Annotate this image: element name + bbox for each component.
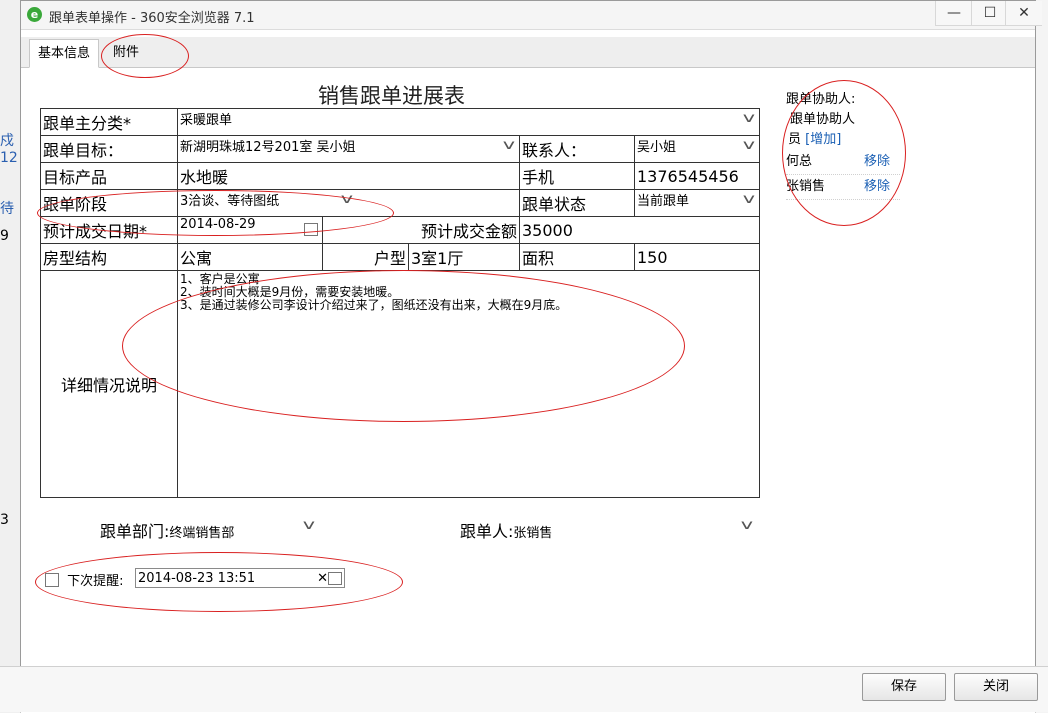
- assistants-heading: 跟单协助人:: [786, 92, 856, 107]
- background-text: 3: [0, 512, 9, 528]
- assistants-sub-label-end: 员: [788, 132, 802, 147]
- close-button[interactable]: 关闭: [954, 673, 1038, 701]
- target-value: 新湖明珠城12号201室 吴小姐: [180, 140, 356, 155]
- dept-value: 终端销售部: [169, 526, 235, 541]
- reminder-checkbox[interactable]: [45, 572, 59, 587]
- calendar-icon[interactable]: [304, 223, 318, 236]
- close-date-field[interactable]: 2014-08-29: [177, 216, 323, 244]
- chevron-down-icon: v: [502, 138, 516, 153]
- main-category-value: 采暖跟单: [180, 113, 233, 128]
- detail-label: 详细情况说明: [40, 270, 178, 498]
- window-title: 跟单表单操作 - 360安全浏览器 7.1: [49, 11, 255, 26]
- product-label: 目标产品: [40, 162, 178, 190]
- maximize-button[interactable]: ☐: [971, 1, 1008, 26]
- structure-label: 房型结构: [40, 243, 178, 271]
- detail-line: 3、是通过装修公司李设计介绍过来了，图纸还没有出来，大概在9月底。: [180, 298, 568, 312]
- product-field[interactable]: 水地暖: [177, 162, 520, 190]
- layout-label: 户型: [322, 243, 409, 271]
- target-select[interactable]: 新湖明珠城12号201室 吴小姐 v: [177, 135, 520, 163]
- layout-field[interactable]: 3室1厅: [408, 243, 520, 271]
- assistants-add-row: 员 [增加]: [786, 130, 900, 150]
- area-label: 面积: [519, 243, 635, 271]
- main-category-label: 跟单主分类*: [40, 108, 178, 136]
- remove-assistant-link[interactable]: 移除: [864, 175, 890, 199]
- form-title: 销售跟单进展表: [318, 84, 465, 108]
- reminder-row: 下次提醒:: [45, 570, 124, 589]
- close-date-value: 2014-08-29: [180, 217, 256, 233]
- stage-value: 3洽谈、等待图纸: [180, 194, 280, 209]
- calendar-icon[interactable]: [328, 572, 342, 585]
- chevron-down-icon: v: [743, 138, 756, 153]
- background-page-right: [1035, 0, 1048, 713]
- target-label: 跟单目标：: [40, 135, 178, 163]
- remove-assistant-link[interactable]: 移除: [864, 150, 890, 174]
- contact-value: 吴小姐: [637, 140, 677, 155]
- title-bar[interactable]: e 跟单表单操作 - 360安全浏览器 7.1 — ☐ ✕: [21, 1, 1042, 30]
- phone-label: 手机: [519, 162, 635, 190]
- contact-select[interactable]: 吴小姐 v: [633, 135, 761, 163]
- amount-label: 预计成交金额: [322, 216, 520, 244]
- background-text: 待: [0, 201, 14, 217]
- detail-textarea[interactable]: 1、客户是公寓 2、装时间大概是9月份，需要安装地暖。 3、是通过装修公司李设计…: [176, 270, 761, 498]
- person-label: 跟单人:: [460, 522, 514, 541]
- assistant-row: 张销售 移除: [786, 175, 900, 200]
- person-field[interactable]: 跟单人:张销售 v: [460, 518, 760, 542]
- stage-label: 跟单阶段: [40, 189, 178, 217]
- assistant-name: 张销售: [786, 179, 826, 194]
- reminder-datetime-value: 2014-08-23 13:51: [138, 571, 256, 586]
- add-assistant-link[interactable]: [增加]: [805, 132, 841, 147]
- dept-label: 跟单部门:: [100, 522, 170, 541]
- browser-icon: e: [27, 7, 42, 22]
- chevron-down-icon: v: [740, 518, 754, 533]
- status-select[interactable]: 当前跟单 v: [633, 189, 761, 217]
- tab-basic-info[interactable]: 基本信息: [29, 39, 100, 68]
- chevron-down-icon: v: [743, 192, 756, 207]
- main-category-select[interactable]: 采暖跟单 v: [176, 108, 761, 136]
- stage-select[interactable]: 3洽谈、等待图纸 v: [177, 189, 520, 217]
- close-window-button[interactable]: ✕: [1005, 1, 1042, 26]
- tab-bar: 基本信息 附件: [21, 37, 1035, 68]
- amount-field[interactable]: 35000: [518, 216, 761, 244]
- tracking-form-table: 跟单主分类* 采暖跟单 v 跟单目标： 新湖明珠城12号201室 吴小姐 v 联系人…: [40, 108, 761, 498]
- assistant-name: 何总: [786, 154, 813, 169]
- chevron-down-icon: v: [340, 192, 354, 207]
- status-value: 当前跟单: [637, 194, 690, 209]
- save-button[interactable]: 保存: [862, 673, 946, 701]
- dept-field[interactable]: 跟单部门:终端销售部 v: [100, 518, 315, 542]
- background-text: 9: [0, 228, 9, 244]
- reminder-label: 下次提醒:: [67, 574, 124, 589]
- close-date-label: 预计成交日期*: [40, 216, 178, 244]
- area-field[interactable]: 150: [633, 243, 761, 271]
- status-label: 跟单状态: [519, 189, 635, 217]
- assistants-panel: 跟单协助人: 跟单协助人 员 [增加] 何总 移除 张销售 移除: [786, 90, 900, 200]
- minimize-button[interactable]: —: [935, 1, 972, 26]
- tab-attachments[interactable]: 附件: [105, 39, 147, 66]
- background-text: 戍12: [0, 133, 18, 166]
- structure-field[interactable]: 公寓: [177, 243, 323, 271]
- clear-icon[interactable]: ✕: [317, 569, 328, 589]
- reminder-datetime-input[interactable]: 2014-08-23 13:51 ✕: [135, 568, 345, 588]
- contact-label: 联系人：: [519, 135, 635, 163]
- background-page-left: 戍12 待 9 3: [0, 0, 21, 713]
- chevron-down-icon: v: [302, 518, 316, 533]
- phone-field[interactable]: 1376545456: [633, 162, 761, 190]
- chevron-down-icon: v: [743, 111, 756, 126]
- assistant-row: 何总 移除: [786, 150, 900, 175]
- dialog-footer: 保存 关闭: [0, 666, 1048, 712]
- assistants-sub-label: 跟单协助人: [790, 112, 856, 127]
- person-value: 张销售: [513, 526, 553, 541]
